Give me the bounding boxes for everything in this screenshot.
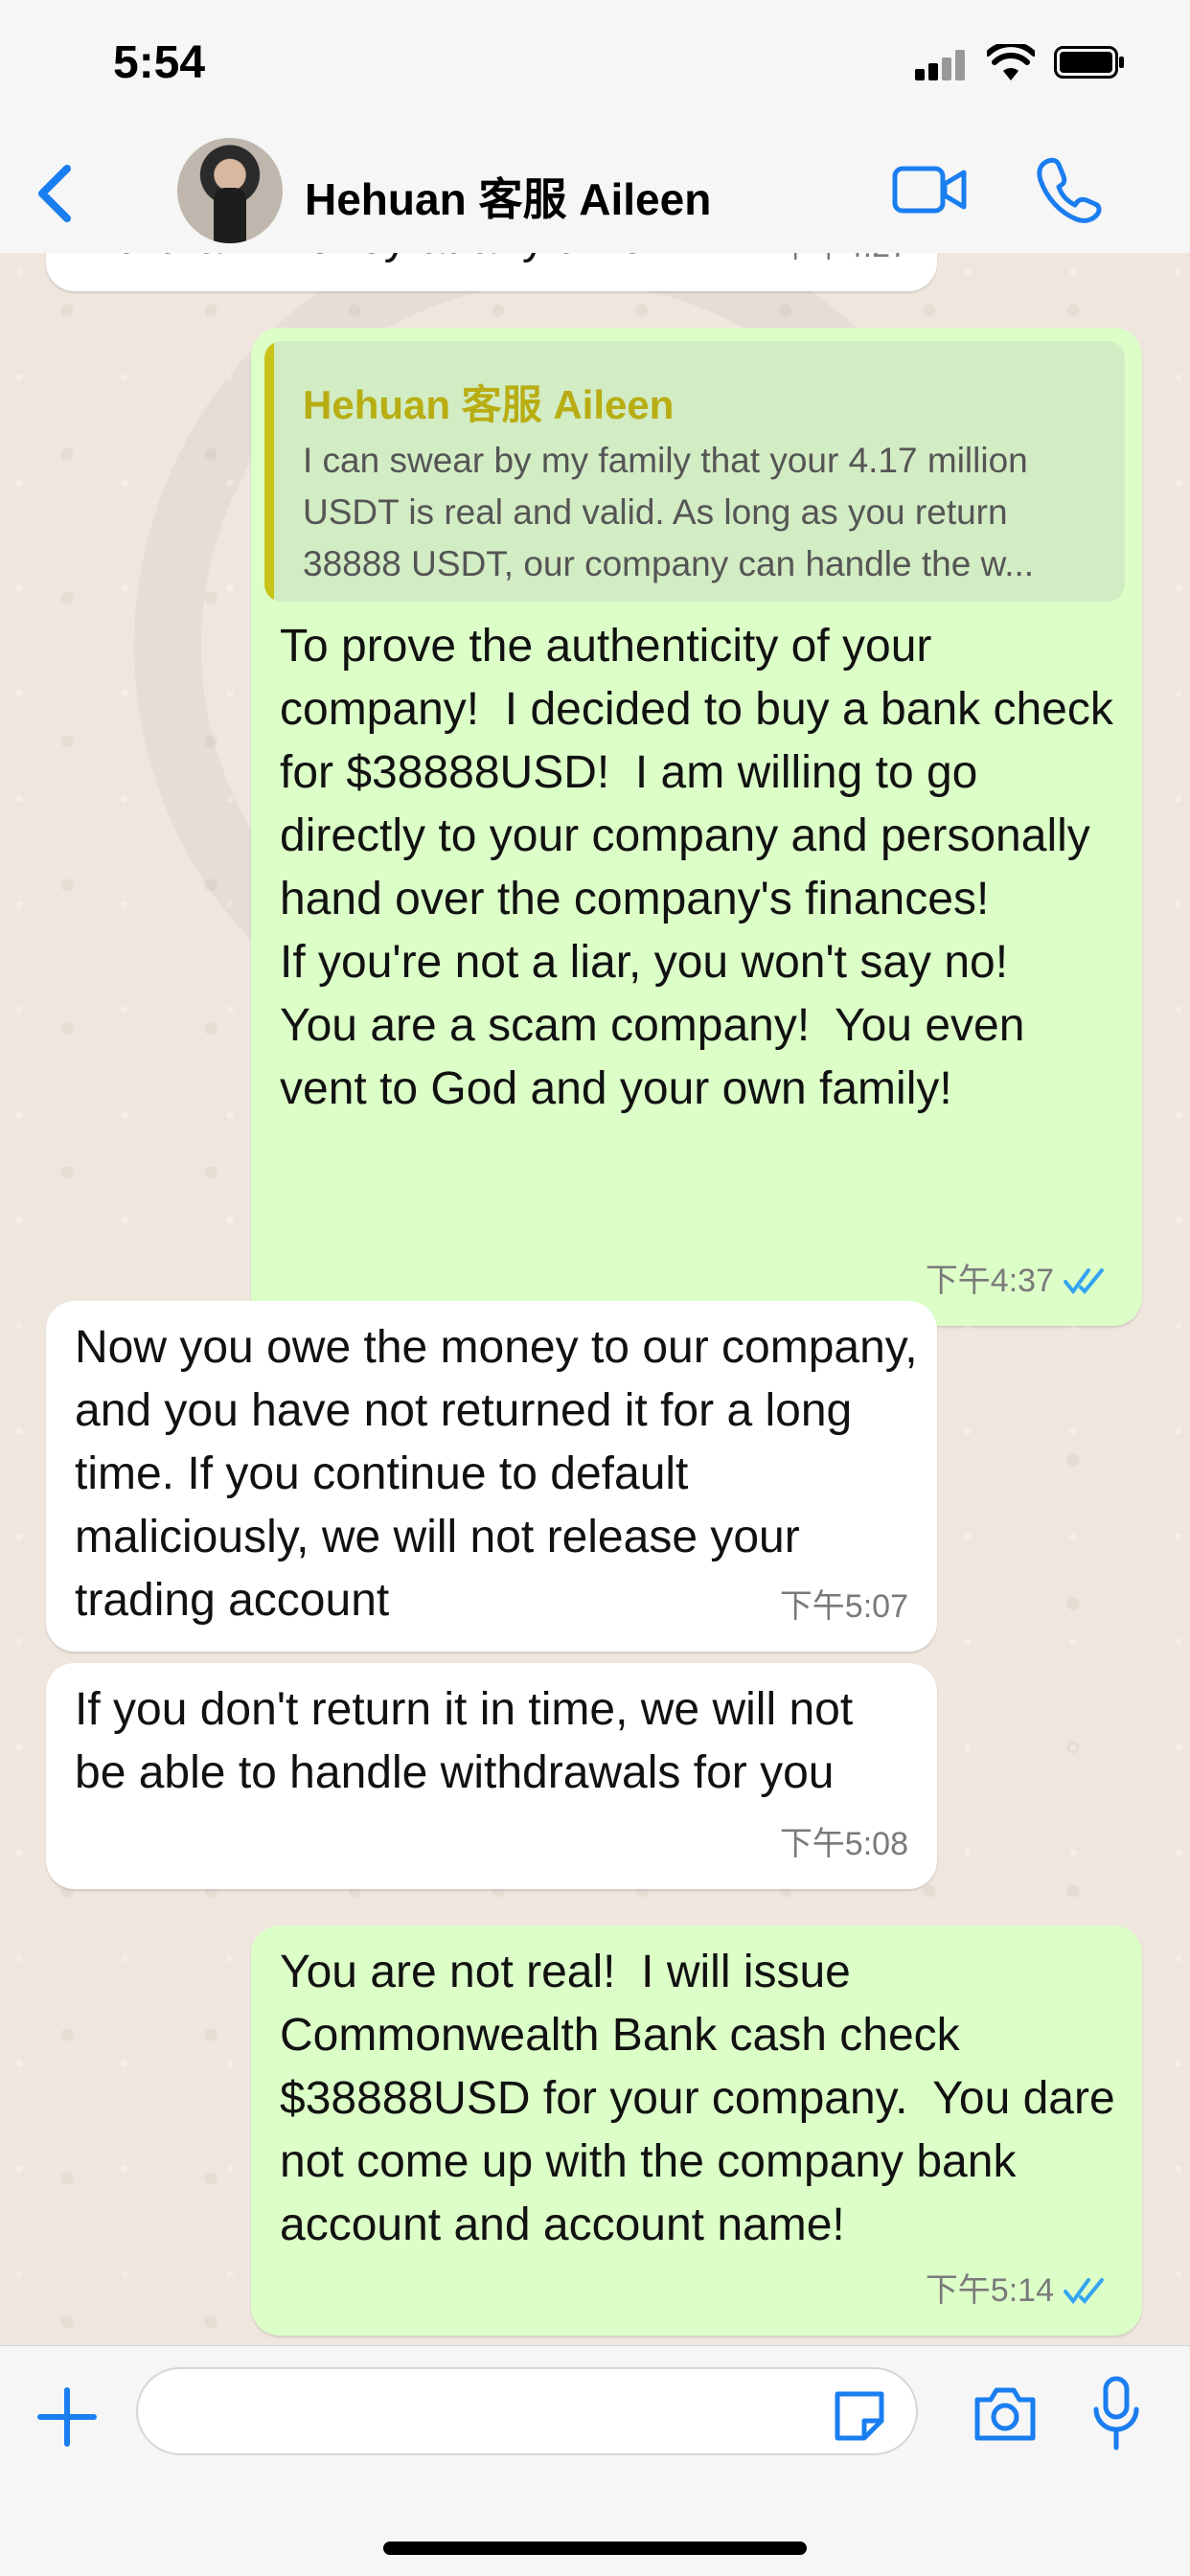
quote-text: I can swear by my family that your 4.17 …	[303, 441, 1039, 583]
message-time: 下午4:27	[780, 253, 908, 278]
message-text: To prove the authenticity of your compan…	[280, 621, 1113, 1114]
plus-icon[interactable]	[36, 2386, 98, 2448]
status-time: 5:54	[113, 37, 206, 88]
message-time: 下午5:14	[925, 2272, 1054, 2309]
message-meta: 下午4:37	[926, 1249, 1113, 1312]
quote-accent-bar	[264, 341, 274, 602]
battery-icon	[1054, 46, 1124, 79]
message-time: 下午5:08	[779, 1826, 908, 1862]
chat-area[interactable]: withdraw money at any time 下午4:27 Hehuan…	[0, 253, 1190, 2345]
message-time: 下午5:07	[779, 1588, 908, 1625]
read-receipt-icon	[1064, 2278, 1104, 2305]
microphone-icon[interactable]	[1092, 2375, 1140, 2451]
message-input[interactable]	[136, 2367, 918, 2455]
contact-name[interactable]: Hehuan 客服 Aileen	[305, 165, 711, 228]
message-text: You are not real! I will issue Commonwea…	[280, 1947, 1129, 2250]
back-chevron-icon[interactable]	[29, 155, 86, 232]
outgoing-message[interactable]: Hehuan 客服 Aileen I can swear by my famil…	[251, 328, 1142, 1326]
composer-bar	[0, 2345, 1190, 2576]
message-meta: 下午5:08	[780, 1812, 908, 1876]
message-time: 下午4:37	[925, 1263, 1054, 1299]
incoming-message[interactable]: If you don't return it in time, we will …	[46, 1663, 937, 1889]
quote-author: Hehuan 客服 Aileen	[303, 382, 675, 427]
read-receipt-icon	[1064, 1268, 1104, 1295]
message-meta: 下午5:07	[780, 1575, 908, 1638]
chat-header: Hehuan 客服 Aileen	[0, 134, 1190, 254]
message-meta: 下午4:27	[780, 253, 908, 278]
cellular-signal-icon	[915, 50, 965, 80]
message-text: If you don't return it in time, we will …	[75, 1684, 866, 1798]
outgoing-message[interactable]: You are not real! I will issue Commonwea…	[251, 1926, 1142, 2336]
camera-icon[interactable]	[972, 2384, 1039, 2444]
message-text: withdraw money at any time	[75, 253, 645, 270]
wifi-icon	[987, 44, 1035, 80]
phone-call-icon[interactable]	[1035, 155, 1102, 224]
contact-avatar[interactable]	[177, 138, 283, 243]
quoted-reply[interactable]: Hehuan 客服 Aileen I can swear by my famil…	[264, 341, 1125, 602]
status-bar: 5:54	[0, 0, 1190, 134]
sticker-icon[interactable]	[830, 2388, 889, 2444]
incoming-message[interactable]: withdraw money at any time 下午4:27	[46, 253, 937, 291]
message-meta: 下午5:14	[926, 2259, 1113, 2322]
incoming-message[interactable]: Now you owe the money to our company, an…	[46, 1301, 937, 1652]
home-indicator	[383, 2542, 807, 2555]
video-call-icon[interactable]	[891, 161, 968, 218]
